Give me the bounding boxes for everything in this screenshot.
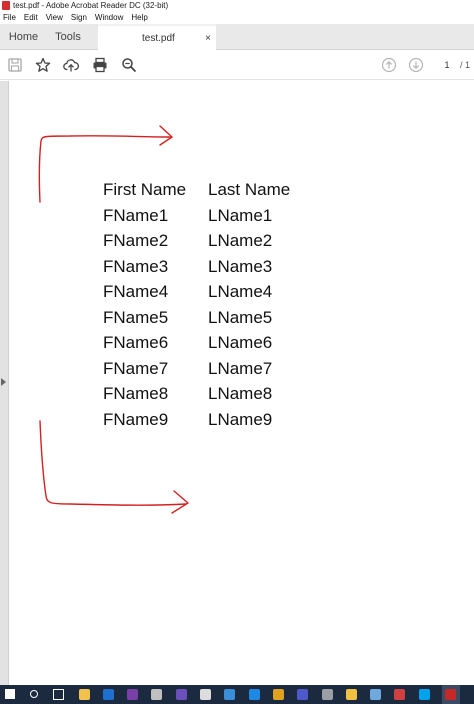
last-name-cell: LName4 (208, 282, 273, 301)
notes-icon[interactable] (344, 687, 358, 701)
desktop-icon-glyph (370, 688, 382, 700)
last-name-cell: LName6 (208, 333, 273, 352)
file-explorer-icon-glyph (78, 688, 90, 700)
table-row: FName9 LName9 (103, 407, 290, 433)
outlook-icon-glyph (102, 688, 114, 700)
table-row: FName7 LName7 (103, 356, 290, 382)
clock-icon[interactable] (199, 687, 213, 701)
menu-window[interactable]: Window (95, 11, 123, 24)
acrobat-app-icon (2, 1, 10, 10)
teams-icon[interactable] (296, 687, 310, 701)
print-icon[interactable] (91, 56, 109, 74)
windows-start-icon[interactable] (3, 687, 17, 701)
first-name-cell: FName2 (103, 231, 169, 250)
tab-tools[interactable]: Tools (47, 24, 89, 50)
search-icon-glyph (30, 690, 38, 698)
tab-home[interactable]: Home (0, 24, 47, 50)
app2-icon-glyph (394, 688, 406, 700)
task-view-icon[interactable] (51, 687, 65, 701)
first-name-cell: FName5 (103, 307, 169, 327)
menu-file[interactable]: File (3, 11, 16, 24)
last-name-cell: LName3 (208, 256, 273, 276)
acrobat-reader-icon-glyph (445, 689, 456, 700)
onenote-icon-glyph (127, 688, 139, 700)
page-number-input[interactable]: 1 (437, 57, 457, 73)
menu-bar: File Edit View Sign Window Help (0, 11, 474, 24)
tab-document[interactable]: test.pdf × (98, 24, 216, 50)
task-view-icon-glyph (52, 688, 64, 700)
chrome-icon-glyph (272, 688, 284, 700)
skype-icon[interactable] (417, 687, 431, 701)
visual-studio-icon[interactable] (174, 687, 188, 701)
last-name-cell: LName2 (208, 231, 273, 250)
visual-studio-icon-glyph (175, 688, 187, 700)
page-total-label: / 1 (460, 60, 471, 70)
left-panel-gutter (0, 81, 9, 685)
tab-bar: Home Tools test.pdf × (0, 24, 474, 50)
file-explorer-icon[interactable] (77, 687, 91, 701)
table-row: FName8 LName8 (103, 381, 290, 407)
first-name-cell: FName7 (103, 358, 169, 378)
app-icon[interactable] (150, 687, 164, 701)
search-icon[interactable] (27, 687, 41, 701)
menu-edit[interactable]: Edit (24, 11, 38, 24)
window-title: test.pdf - Adobe Acrobat Reader DC (32-b… (13, 1, 169, 10)
expand-panel-icon[interactable] (1, 378, 6, 386)
teams-icon-glyph (297, 688, 309, 700)
desktop-icon[interactable] (369, 687, 383, 701)
photos-icon[interactable] (223, 687, 237, 701)
onenote-icon[interactable] (126, 687, 140, 701)
acrobat-reader-icon[interactable] (441, 685, 460, 704)
header-last-name: Last Name (208, 180, 291, 199)
first-name-cell: FName9 (103, 409, 169, 429)
document-page: First Name Last Name FName1 LName1 FName2 L… (10, 81, 474, 685)
first-name-cell: FName1 (103, 205, 169, 225)
first-name-cell: FName4 (103, 282, 169, 301)
table-header-row: First Name Last Name (103, 177, 290, 203)
menu-sign[interactable]: Sign (71, 11, 87, 24)
table-row: FName4 LName4 (103, 279, 290, 305)
app-icon-glyph (151, 688, 163, 700)
table-row: FName5 LName5 (103, 305, 290, 331)
table-row: FName6 LName6 (103, 330, 290, 356)
settings-icon[interactable] (320, 687, 334, 701)
upload-cloud-icon[interactable] (62, 56, 80, 74)
zoom-search-icon[interactable] (120, 56, 138, 74)
photos-icon-glyph (224, 688, 236, 700)
table-row: FName2 LName2 (103, 228, 290, 254)
bookmark-star-icon[interactable] (34, 56, 52, 74)
name-table: First Name Last Name FName1 LName1 FName2 L… (103, 177, 290, 432)
last-name-cell: LName8 (208, 384, 273, 403)
clock-icon-glyph (200, 688, 211, 700)
last-name-cell: LName5 (208, 307, 273, 327)
header-first-name: First Name (103, 180, 187, 199)
edge-icon[interactable] (247, 687, 261, 701)
skype-icon-glyph (418, 688, 430, 700)
last-name-cell: LName1 (208, 205, 273, 225)
title-bar: test.pdf - Adobe Acrobat Reader DC (32-b… (0, 0, 474, 11)
close-tab-icon[interactable]: × (205, 33, 211, 44)
first-name-cell: FName8 (103, 384, 169, 403)
last-name-cell: LName9 (208, 409, 273, 429)
first-name-cell: FName6 (103, 333, 169, 352)
notes-icon-glyph (345, 688, 357, 700)
tab-document-label: test.pdf (142, 32, 175, 44)
page-down-icon[interactable] (407, 56, 425, 74)
windows-start-icon-glyph (5, 689, 15, 699)
table-row: FName3 LName3 (103, 254, 290, 280)
menu-help[interactable]: Help (131, 11, 147, 24)
first-name-cell: FName3 (103, 256, 169, 276)
save-icon[interactable] (6, 56, 24, 74)
chrome-icon[interactable] (271, 687, 285, 701)
last-name-cell: LName7 (208, 358, 273, 378)
outlook-icon[interactable] (101, 687, 115, 701)
windows-taskbar (0, 685, 474, 704)
settings-icon-glyph (321, 688, 333, 700)
menu-view[interactable]: View (46, 11, 63, 24)
toolbar: 1 / 1 (0, 51, 474, 80)
table-row: FName1 LName1 (103, 203, 290, 229)
page-up-icon[interactable] (380, 56, 398, 74)
app2-icon[interactable] (393, 687, 407, 701)
edge-icon-glyph (248, 688, 260, 700)
